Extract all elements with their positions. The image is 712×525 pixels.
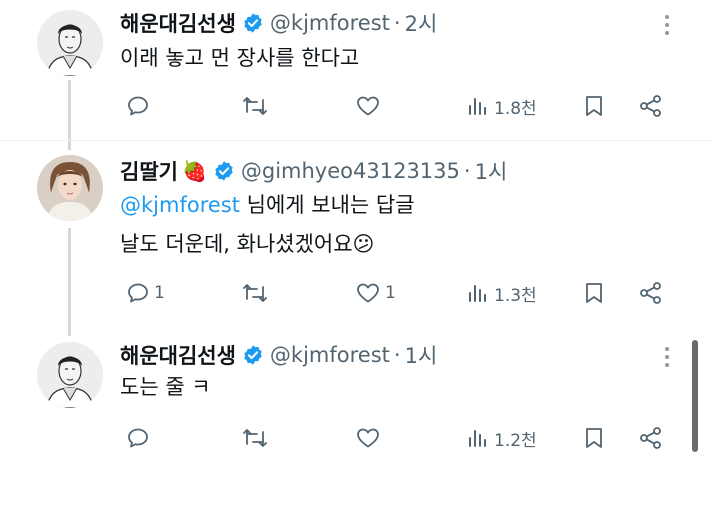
bookmark-icon [583, 426, 605, 450]
action-bar: 1.8천 [0, 91, 712, 121]
views-chart-icon [466, 281, 490, 305]
reply-to-line: @kjmforest 님에게 보내는 답글 [120, 190, 415, 220]
views-count: 1.8천 [494, 98, 537, 119]
views-button[interactable]: 1.2천 [466, 423, 537, 453]
timestamp[interactable]: 2시 [405, 8, 438, 38]
strawberry-emoji: 🍓 [181, 159, 207, 183]
action-bar: 1 1 1.3천 [0, 278, 712, 308]
like-count: 1 [385, 283, 396, 303]
heart-icon [355, 94, 381, 118]
scrollbar[interactable] [692, 340, 698, 452]
reply-to-suffix: 님에게 보내는 답글 [239, 193, 415, 217]
views-count: 1.3천 [494, 285, 537, 306]
more-vertical-icon[interactable] [657, 344, 677, 370]
tweet-text: 이래 놓고 먼 장사를 한다고 [120, 46, 360, 70]
verified-badge-icon [213, 160, 235, 182]
reply-to-mention[interactable]: @kjmforest [120, 193, 240, 217]
bookmark-icon [583, 94, 605, 118]
divider [0, 140, 712, 141]
timestamp[interactable]: 1시 [475, 156, 508, 186]
retweet-button[interactable] [242, 423, 272, 453]
like-button[interactable]: 1 [355, 278, 396, 308]
share-button[interactable] [638, 423, 664, 453]
share-icon [638, 426, 664, 450]
retweet-icon [242, 281, 268, 305]
retweet-icon [242, 426, 268, 450]
author-name[interactable]: 해운대김선생 [120, 8, 236, 38]
bookmark-icon [583, 281, 605, 305]
heart-icon [355, 281, 381, 305]
like-button[interactable] [355, 91, 385, 121]
views-count: 1.2천 [494, 430, 537, 451]
reply-count: 1 [154, 283, 165, 303]
bookmark-button[interactable] [583, 423, 605, 453]
tweet-header: 해운대김선생 @kjmforest · 2시 [120, 8, 437, 38]
author-handle[interactable]: @kjmforest [270, 343, 390, 367]
tweet-header: 김딸기 🍓 @gimhyeo43123135 · 1시 [120, 156, 507, 186]
reply-icon [126, 426, 150, 450]
avatar[interactable] [37, 342, 103, 408]
share-icon [638, 281, 664, 305]
retweet-button[interactable] [242, 278, 272, 308]
views-chart-icon [466, 426, 490, 450]
separator-dot: · [393, 343, 401, 367]
retweet-button[interactable] [242, 91, 272, 121]
avatar[interactable] [37, 155, 103, 221]
reply-icon [126, 94, 150, 118]
author-name[interactable]: 해운대김선생 [120, 340, 236, 370]
tweet-text: 날도 더운데, 화나셨겠어요😕 [120, 232, 375, 256]
tweet-text: 도는 줄 ㅋ [120, 375, 211, 399]
timestamp[interactable]: 1시 [405, 340, 438, 370]
avatar[interactable] [37, 10, 103, 76]
bookmark-button[interactable] [583, 91, 605, 121]
like-button[interactable] [355, 423, 385, 453]
more-vertical-icon[interactable] [657, 12, 677, 38]
verified-badge-icon [242, 344, 264, 366]
separator-dot: · [393, 11, 401, 35]
action-bar: 1.2천 [0, 423, 712, 453]
tweet-header: 해운대김선생 @kjmforest · 1시 [120, 340, 437, 370]
share-icon [638, 94, 664, 118]
reply-button[interactable] [126, 91, 154, 121]
retweet-icon [242, 94, 268, 118]
verified-badge-icon [242, 12, 264, 34]
share-button[interactable] [638, 278, 664, 308]
author-name[interactable]: 김딸기 [120, 156, 178, 186]
reply-icon [126, 281, 150, 305]
reply-button[interactable] [126, 423, 154, 453]
bookmark-button[interactable] [583, 278, 605, 308]
views-button[interactable]: 1.3천 [466, 278, 537, 308]
views-button[interactable]: 1.8천 [466, 91, 537, 121]
author-handle[interactable]: @kjmforest [270, 11, 390, 35]
share-button[interactable] [638, 91, 664, 121]
author-handle[interactable]: @gimhyeo43123135 [241, 159, 460, 183]
separator-dot: · [463, 159, 471, 183]
views-chart-icon [466, 94, 490, 118]
reply-button[interactable]: 1 [126, 278, 165, 308]
heart-icon [355, 426, 381, 450]
